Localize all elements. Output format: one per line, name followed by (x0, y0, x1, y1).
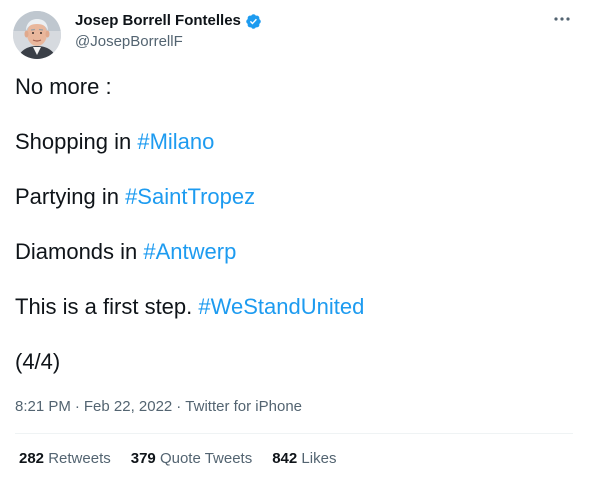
meta-separator: · (74, 398, 80, 415)
tweet-line-text: This is a first step. (15, 294, 199, 319)
verified-badge-icon (245, 13, 262, 30)
tweet-line: This is a first step. #WeStandUnited (15, 293, 575, 321)
avatar[interactable] (13, 11, 61, 59)
author-handle[interactable]: @JosepBorrellF (75, 32, 183, 52)
tweet-time[interactable]: 8:21 PM (15, 398, 71, 415)
author-display-name[interactable]: Josep Borrell Fontelles (75, 11, 241, 31)
hashtag-link[interactable]: #Milano (137, 129, 214, 154)
retweets-stat[interactable]: 282 Retweets (19, 449, 111, 469)
hashtag-link[interactable]: #SaintTropez (125, 184, 255, 209)
tweet-line: Diamonds in #Antwerp (15, 238, 575, 266)
tweet-line-text: Diamonds in (15, 239, 144, 264)
meta-separator: · (176, 398, 182, 415)
tweet-line-text: Partying in (15, 184, 126, 209)
author-name-row[interactable]: Josep Borrell Fontelles (75, 11, 262, 31)
tweet-line: No more : (15, 73, 575, 101)
tweet-line: (4/4) (15, 348, 575, 376)
tweet-line-text: No more : (15, 74, 112, 99)
quote-tweets-label: Quote Tweets (159, 450, 253, 467)
more-horizontal-icon (554, 17, 570, 21)
tweet-stats: 282 Retweets 379 Quote Tweets 842 Likes (19, 449, 336, 469)
likes-label: Likes (301, 450, 337, 467)
tweet-line-text: (4/4) (15, 349, 61, 374)
hashtag-link[interactable]: #WeStandUnited (198, 294, 364, 319)
quote-tweets-count: 379 (130, 450, 156, 467)
tweet-source[interactable]: Twitter for iPhone (185, 398, 302, 415)
tweet-line-text: Shopping in (15, 129, 138, 154)
avatar-portrait (13, 11, 61, 59)
quote-tweets-stat[interactable]: 379 Quote Tweets (131, 449, 252, 469)
tweet-meta: 8:21 PM · Feb 22, 2022 · Twitter for iPhone (15, 397, 302, 417)
more-options-button[interactable] (551, 8, 573, 30)
hashtag-link[interactable]: #Antwerp (143, 239, 236, 264)
likes-count: 842 (272, 450, 298, 467)
tweet-line: Shopping in #Milano (15, 128, 575, 156)
tweet-date[interactable]: Feb 22, 2022 (84, 398, 172, 415)
likes-stat[interactable]: 842 Likes (272, 449, 336, 469)
tweet-card: Josep Borrell Fontelles @JosepBorrellF N… (0, 0, 589, 484)
retweets-count: 282 (19, 450, 45, 467)
retweets-label: Retweets (48, 450, 111, 467)
tweet-line: Partying in #SaintTropez (15, 183, 575, 211)
tweet-text: No more : Shopping in #Milano Partying i… (15, 73, 575, 376)
divider (15, 433, 573, 434)
